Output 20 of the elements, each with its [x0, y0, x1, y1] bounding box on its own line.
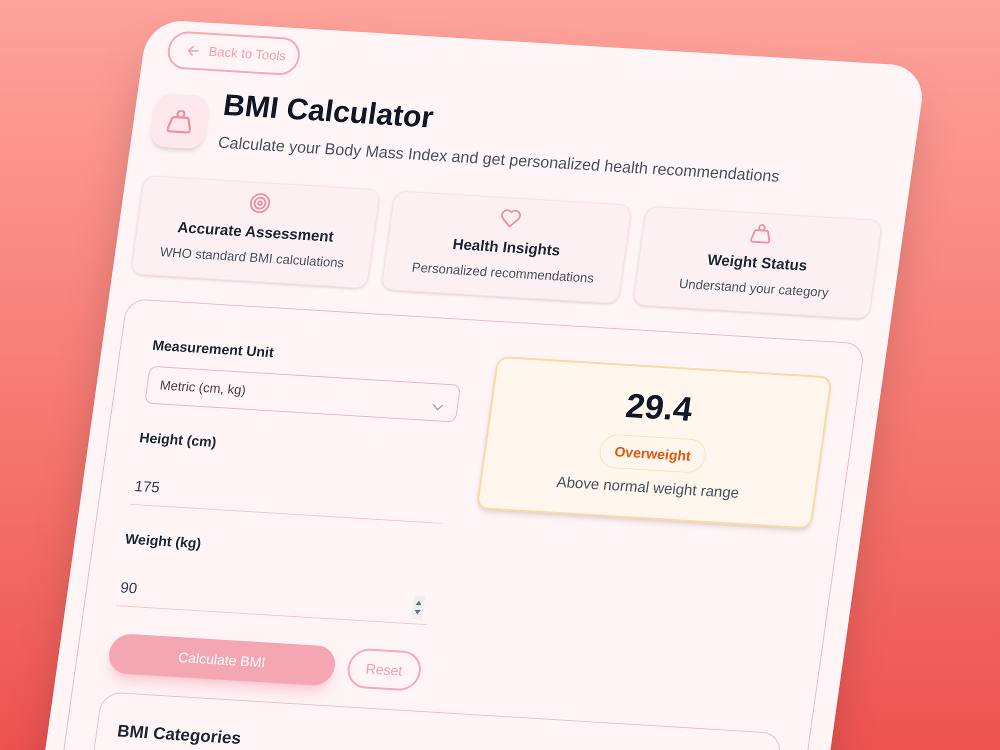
- stepper-icon[interactable]: [410, 595, 426, 620]
- target-icon: [248, 192, 272, 214]
- bmi-value: 29.4: [623, 386, 695, 430]
- weight-icon: [750, 223, 773, 244]
- page-title: BMI Calculator: [220, 88, 436, 136]
- category-badge: Overweight: [597, 434, 708, 474]
- field-label: Height (cm): [138, 428, 219, 452]
- heart-icon: [499, 208, 522, 228]
- number-input[interactable]: 175: [130, 457, 448, 524]
- section-title: BMI Categories: [116, 720, 244, 750]
- feature-description: Understand your category: [678, 274, 830, 302]
- arrow-left-icon: [187, 46, 200, 56]
- chevron-down-icon: [432, 404, 444, 411]
- field-label: Measurement Unit: [151, 336, 276, 362]
- unit-select[interactable]: Metric (cm, kg): [144, 366, 462, 423]
- page-subtitle: Calculate your Body Mass Index and get personalized health recommendations: [216, 134, 781, 188]
- field-label: Weight (kg): [124, 530, 204, 554]
- category-description: Above normal weight range: [555, 472, 740, 504]
- feature-title: Weight Status: [706, 250, 809, 277]
- number-input[interactable]: 90: [116, 558, 434, 626]
